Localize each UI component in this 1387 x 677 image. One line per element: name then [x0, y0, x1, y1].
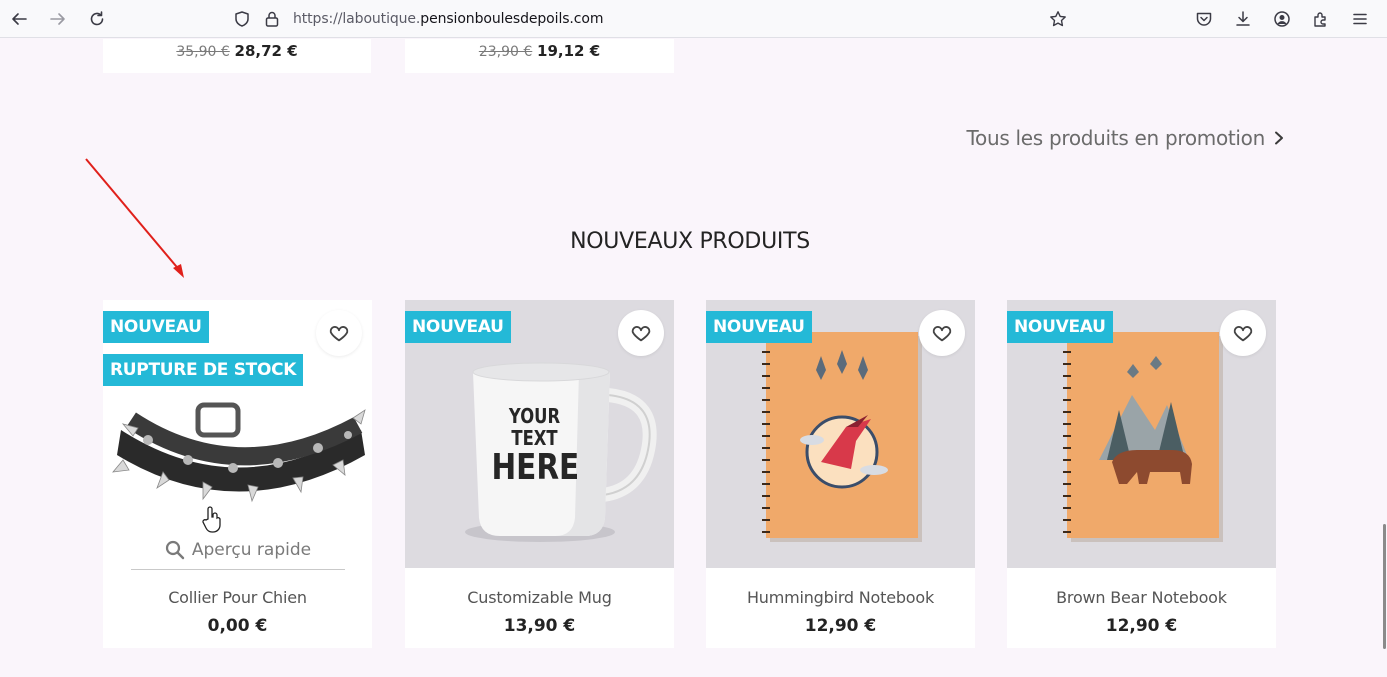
- all-promotions-link[interactable]: Tous les produits en promotion: [967, 126, 1286, 150]
- product-card[interactable]: NOUVEAU Hummingbird Notebook 12,90 €: [706, 300, 975, 648]
- badge-out-of-stock: RUPTURE DE STOCK: [103, 354, 304, 386]
- product-card[interactable]: YOUR TEXT HERE NOUVEAU Customizable Mug …: [405, 300, 674, 648]
- url-bar[interactable]: https://laboutique.pensionboulesdepoils.…: [225, 2, 1075, 36]
- wishlist-button[interactable]: [618, 310, 664, 356]
- wishlist-button[interactable]: [316, 310, 362, 356]
- product-price: 13,90 €: [503, 616, 576, 636]
- scrollbar-thumb[interactable]: [1383, 524, 1386, 649]
- star-icon[interactable]: [1046, 7, 1070, 31]
- annotation-arrow: [85, 158, 184, 278]
- reload-icon[interactable]: [85, 7, 109, 31]
- back-icon[interactable]: [7, 7, 31, 31]
- badge-new: NOUVEAU: [103, 311, 209, 343]
- product-name[interactable]: Customizable Mug: [405, 588, 674, 607]
- product-card-partial[interactable]: 23,90 € 19,12 €: [405, 39, 674, 73]
- search-icon: [165, 540, 185, 559]
- wishlist-button[interactable]: [919, 310, 965, 356]
- browser-toolbar: https://laboutique.pensionboulesdepoils.…: [0, 0, 1387, 38]
- page-content: 35,90 € 28,72 € 23,90 € 19,12 € Tous les…: [0, 39, 1387, 677]
- product-name[interactable]: Collier Pour Chien: [103, 588, 372, 607]
- menu-icon[interactable]: [1348, 7, 1372, 31]
- quick-view-button[interactable]: Aperçu rapide: [131, 530, 345, 570]
- product-price: 12,90 €: [804, 616, 877, 636]
- product-price: 12,90 €: [1105, 616, 1178, 636]
- heart-icon: [932, 326, 952, 342]
- mug-print-text: YOUR TEXT HERE: [491, 404, 580, 488]
- lock-icon[interactable]: [260, 7, 284, 31]
- badge-new: NOUVEAU: [1007, 311, 1113, 343]
- download-icon[interactable]: [1231, 7, 1255, 31]
- badge-new: NOUVEAU: [706, 311, 812, 343]
- url-text: https://laboutique.pensionboulesdepoils.…: [293, 11, 604, 27]
- product-card-partial[interactable]: 35,90 € 28,72 €: [103, 39, 371, 73]
- extensions-icon[interactable]: [1309, 7, 1333, 31]
- account-icon[interactable]: [1270, 7, 1294, 31]
- badge-new: NOUVEAU: [405, 311, 511, 343]
- product-name[interactable]: Brown Bear Notebook: [1007, 588, 1276, 607]
- product-card[interactable]: NOUVEAU RUPTURE DE STOCK Aperçu rapide C…: [103, 300, 372, 648]
- promo-link-label: Tous les produits en promotion: [966, 126, 1266, 150]
- product-price: 0,00 €: [207, 616, 268, 636]
- shield-icon[interactable]: [230, 7, 254, 31]
- forward-icon[interactable]: [46, 7, 70, 31]
- old-price: 35,90 €: [176, 44, 230, 60]
- old-price: 23,90 €: [478, 44, 533, 60]
- heart-icon: [631, 326, 651, 342]
- wishlist-button[interactable]: [1220, 310, 1266, 356]
- heart-icon: [1233, 326, 1253, 342]
- current-price: 19,12 €: [537, 42, 601, 60]
- pocket-icon[interactable]: [1192, 7, 1216, 31]
- heart-icon: [329, 326, 349, 342]
- product-card[interactable]: NOUVEAU Brown Bear Notebook 12,90 €: [1007, 300, 1276, 648]
- product-name[interactable]: Hummingbird Notebook: [706, 588, 975, 607]
- current-price: 28,72 €: [234, 42, 298, 60]
- chevron-right-icon: [1273, 126, 1285, 150]
- quick-view-label: Aperçu rapide: [191, 539, 312, 560]
- section-title: NOUVEAUX PRODUITS: [570, 229, 810, 254]
